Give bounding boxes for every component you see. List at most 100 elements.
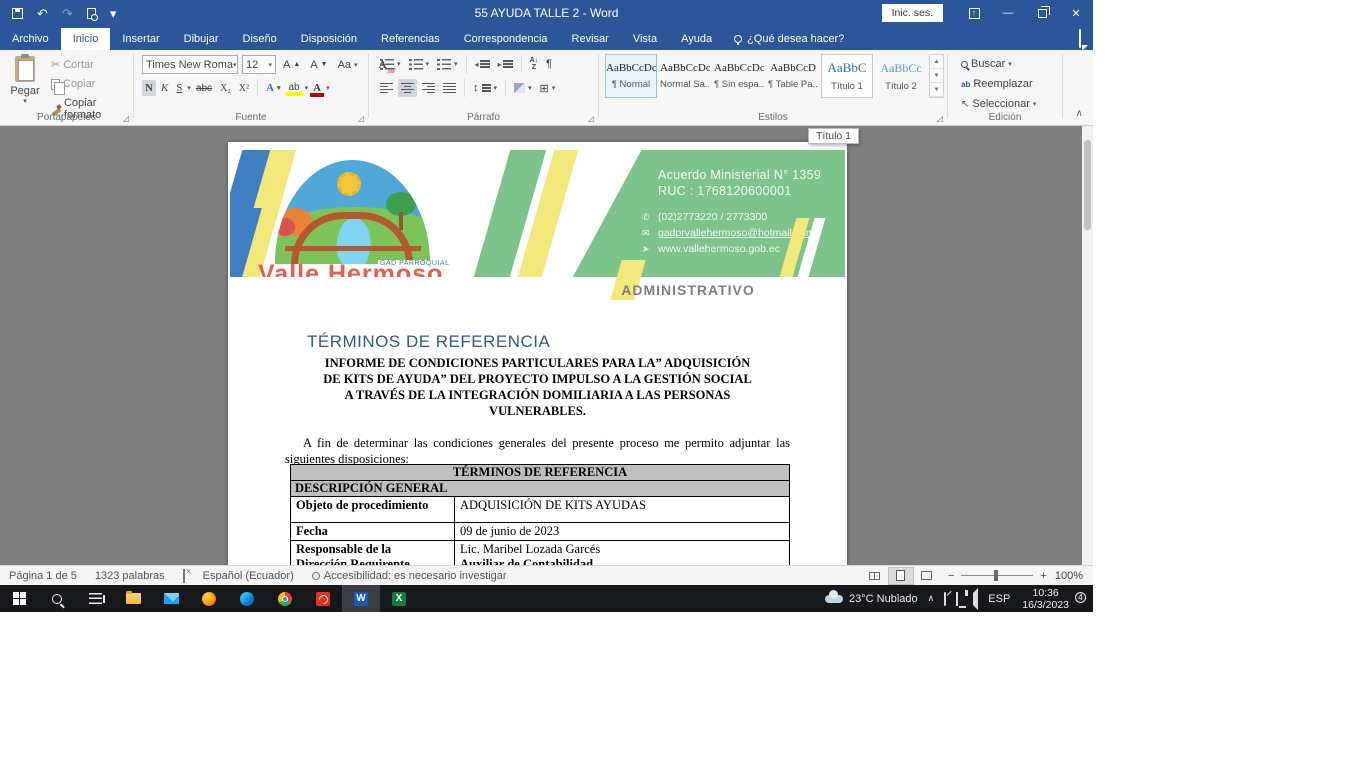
web-layout-button[interactable] [914,567,940,585]
close-button[interactable]: ✕ [1059,0,1093,26]
tab-ayuda[interactable]: Ayuda [669,28,724,50]
underline-dropdown[interactable]: ▾ [187,84,191,92]
proofing-status[interactable] [174,570,194,582]
style-sin-espaciado[interactable]: AaBbCcDc ¶ Sin espa... [713,54,765,98]
zoom-out-button[interactable]: − [948,570,954,582]
tab-revisar[interactable]: Revisar [560,28,621,50]
bullets-button[interactable]: ▾ [377,57,404,72]
acrobat-button[interactable] [304,585,342,612]
styles-dialog-launcher[interactable]: ◿ [937,114,943,123]
find-button[interactable]: Buscar▾ [958,56,1039,72]
subscript-button[interactable]: X₂ [217,81,234,96]
tab-referencias[interactable]: Referencias [369,28,452,50]
numbering-button[interactable]: ▾ [406,57,433,72]
italic-button[interactable]: K [158,80,171,96]
tab-archivo[interactable]: Archivo [0,28,61,50]
select-button[interactable]: ↖Seleccionar▾ [958,96,1039,112]
tell-me-box[interactable]: ¿Qué desea hacer? [724,28,854,50]
file-explorer-button[interactable] [114,585,152,612]
align-center-button[interactable] [398,79,417,97]
scrollbar-thumb[interactable] [1084,140,1091,230]
change-case-button[interactable]: Aa▾ [335,57,361,73]
style-titulo-1[interactable]: AaBbC Título 1 [821,54,873,98]
font-color-button[interactable]: A [310,80,324,97]
redo-icon[interactable]: ↷ [62,7,73,20]
copy-button[interactable]: Copiar [48,76,133,92]
language-indicator[interactable]: Español (Ecuador) [194,570,303,582]
shrink-font-button[interactable]: A▼ [307,57,330,73]
restore-button[interactable] [1025,0,1059,26]
vertical-scrollbar[interactable] [1082,126,1093,565]
document-page[interactable]: Acuerdo Ministerial N° 1359 RUC : 176812… [228,142,847,565]
font-family-combo[interactable]: Times New Roma▾ [142,55,238,74]
zoom-slider-handle[interactable] [994,570,998,581]
network-tray-icon[interactable] [951,593,963,605]
save-icon[interactable] [12,8,23,19]
bold-button[interactable]: N [142,80,156,96]
justify-button[interactable] [440,79,459,97]
zoom-in-button[interactable]: + [1040,570,1046,582]
minimize-button[interactable]: — [991,0,1025,26]
clipboard-dialog-launcher[interactable]: ◿ [123,114,129,123]
language-switcher[interactable]: ESP [983,593,1015,605]
comments-button[interactable] [1079,30,1081,48]
start-button[interactable] [0,585,38,612]
styles-gallery-more[interactable]: ▼ [930,83,943,97]
highlight-dropdown[interactable]: ▾ [305,84,309,92]
undo-icon[interactable]: ↶ [37,7,48,20]
sort-button[interactable]: A↓Z [527,55,542,73]
volume-tray-icon[interactable] [963,593,983,605]
styles-scroll-down[interactable]: ▼ [930,69,943,83]
pen-settings-tray-icon[interactable] [939,593,951,605]
multilevel-list-button[interactable]: ▾ [434,57,461,72]
increase-indent-button[interactable]: ▸ [495,57,516,72]
taskbar-search-button[interactable] [38,585,76,612]
tab-insertar[interactable]: Insertar [110,28,171,50]
style-titulo-2[interactable]: AaBbCc Título 2 [875,54,927,98]
align-right-button[interactable] [419,79,438,97]
tab-diseno[interactable]: Diseño [231,28,289,50]
tab-dibujar[interactable]: Dibujar [172,28,231,50]
show-paragraph-marks-button[interactable]: ¶ [543,56,555,72]
line-spacing-button[interactable]: ↕▾ [470,80,500,96]
style-normal-sa[interactable]: AaBbCcDc Normal Sa... [659,54,711,98]
style-table-paragraph[interactable]: AaBbCcD ¶ Table Pa... [767,54,819,98]
firefox-button[interactable] [190,585,228,612]
replace-button[interactable]: abReemplazar [958,76,1039,92]
excel-taskbar-button[interactable]: X [380,585,418,612]
cut-button[interactable]: ✂Cortar [48,56,133,73]
shading-button[interactable]: ▾ [511,81,535,95]
read-mode-button[interactable] [862,567,888,585]
borders-button[interactable]: ⊞▾ [537,80,559,97]
font-color-dropdown[interactable]: ▾ [326,84,330,92]
tab-correspondencia[interactable]: Correspondencia [452,28,560,50]
style-normal[interactable]: AaBbCcDc ¶ Normal [605,54,657,98]
text-effects-button[interactable]: A▾ [263,80,283,96]
collapse-ribbon-button[interactable]: ∧ [1076,108,1083,119]
align-left-button[interactable] [377,79,396,97]
accessibility-status[interactable]: Accesibilidad: es necesario investigar [303,570,516,582]
chrome-button[interactable] [266,585,304,612]
print-layout-button[interactable] [888,567,914,585]
grow-font-button[interactable]: A▲ [280,57,303,73]
mail-button[interactable] [152,585,190,612]
clock[interactable]: 10:36 16/3/2023 [1015,587,1076,611]
show-hidden-icons-button[interactable]: ∧ [923,593,940,604]
decrease-indent-button[interactable]: ◂ [472,57,493,72]
font-dialog-launcher[interactable]: ◿ [358,114,364,123]
tab-vista[interactable]: Vista [621,28,669,50]
print-preview-icon[interactable] [87,8,96,19]
ribbon-display-options-button[interactable]: ↑ [957,0,991,26]
weather-widget[interactable]: 23°C Nublado [820,593,923,605]
customize-qat-icon[interactable]: ▾ [110,7,117,20]
word-taskbar-button[interactable]: W [342,585,380,612]
font-size-combo[interactable]: 12▾ [242,55,276,74]
underline-button[interactable]: S [173,80,185,96]
tab-inicio[interactable]: Inicio [61,28,111,50]
zoom-percentage[interactable]: 100% [1055,570,1093,582]
superscript-button[interactable]: X² [236,81,252,96]
styles-scroll-up[interactable]: ▲ [930,55,943,69]
paragraph-dialog-launcher[interactable]: ◿ [588,114,594,123]
highlight-color-button[interactable]: ab [285,80,302,96]
zoom-slider-track[interactable] [961,575,1033,576]
